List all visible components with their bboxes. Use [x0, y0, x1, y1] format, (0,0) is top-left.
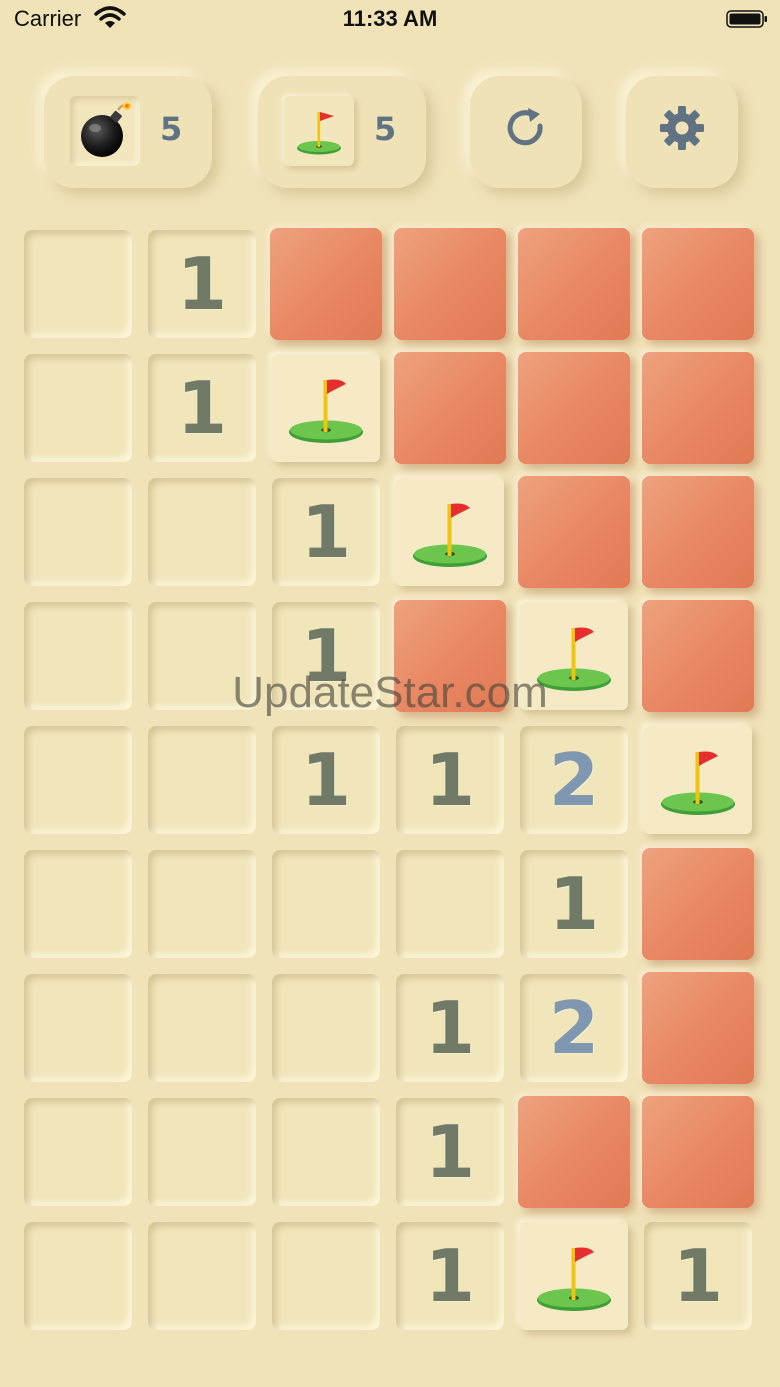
empty-tile[interactable]	[148, 1098, 256, 1206]
battery-icon	[726, 10, 767, 28]
empty-tile[interactable]	[24, 1098, 132, 1206]
minefield-board: 1111112112111	[20, 226, 764, 1334]
empty-tile[interactable]	[24, 726, 132, 834]
empty-tile[interactable]	[272, 850, 380, 958]
hidden-tile[interactable]	[394, 352, 506, 464]
refresh-icon	[507, 108, 543, 146]
empty-tile[interactable]	[148, 602, 256, 710]
hidden-tile[interactable]	[518, 352, 630, 464]
empty-tile[interactable]	[148, 974, 256, 1082]
number-tile[interactable]: 1	[644, 1222, 752, 1330]
number-tile[interactable]: 1	[396, 974, 504, 1082]
flagged-tile[interactable]	[644, 726, 752, 834]
settings-button[interactable]	[626, 76, 738, 188]
mine-counter-tile	[70, 96, 140, 166]
empty-tile[interactable]	[24, 602, 132, 710]
empty-tile[interactable]	[24, 974, 132, 1082]
tile-number: 1	[176, 242, 228, 326]
number-tile[interactable]: 1	[520, 850, 628, 958]
number-tile[interactable]: 2	[520, 726, 628, 834]
hidden-tile[interactable]	[270, 228, 382, 340]
tile-number: 2	[548, 738, 600, 822]
hidden-tile[interactable]	[642, 476, 754, 588]
empty-tile[interactable]	[24, 1222, 132, 1330]
number-tile[interactable]: 1	[272, 726, 380, 834]
number-tile[interactable]: 1	[272, 478, 380, 586]
hidden-tile[interactable]	[642, 848, 754, 960]
tile-number: 1	[300, 738, 352, 822]
hidden-tile[interactable]	[642, 972, 754, 1084]
golf-flag-icon	[661, 751, 735, 815]
hidden-tile[interactable]	[642, 352, 754, 464]
hidden-tile[interactable]	[642, 1096, 754, 1208]
tile-number: 1	[424, 986, 476, 1070]
hidden-tile[interactable]	[642, 228, 754, 340]
mine-count: 5	[160, 110, 183, 148]
tile-number: 1	[672, 1234, 724, 1318]
mine-counter: 5	[44, 76, 212, 188]
golf-flag-icon	[289, 379, 363, 443]
empty-tile[interactable]	[24, 850, 132, 958]
hidden-tile[interactable]	[518, 228, 630, 340]
tile-number: 1	[548, 862, 600, 946]
empty-tile[interactable]	[148, 1222, 256, 1330]
tile-number: 1	[424, 738, 476, 822]
hidden-tile[interactable]	[518, 1096, 630, 1208]
flag-counter-tile	[284, 96, 354, 166]
flagged-tile[interactable]	[396, 478, 504, 586]
hidden-tile[interactable]	[394, 600, 506, 712]
status-bar: Carrier 11:33 AM	[0, 0, 780, 40]
gear-icon	[660, 106, 704, 150]
flag-count: 5	[374, 110, 397, 148]
golf-flag-icon	[297, 112, 341, 155]
flagged-tile[interactable]	[272, 354, 380, 462]
flagged-tile[interactable]	[520, 1222, 628, 1330]
hidden-tile[interactable]	[394, 228, 506, 340]
empty-tile[interactable]	[396, 850, 504, 958]
tile-number: 1	[176, 366, 228, 450]
empty-tile[interactable]	[24, 478, 132, 586]
empty-tile[interactable]	[272, 1222, 380, 1330]
empty-tile[interactable]	[272, 974, 380, 1082]
empty-tile[interactable]	[272, 1098, 380, 1206]
number-tile[interactable]: 2	[520, 974, 628, 1082]
empty-tile[interactable]	[148, 726, 256, 834]
hidden-tile[interactable]	[642, 600, 754, 712]
empty-tile[interactable]	[24, 354, 132, 462]
flagged-tile[interactable]	[520, 602, 628, 710]
tile-number: 2	[548, 986, 600, 1070]
golf-flag-icon	[537, 1247, 611, 1311]
bomb-icon	[81, 102, 131, 157]
golf-flag-icon	[413, 503, 487, 567]
empty-tile[interactable]	[24, 230, 132, 338]
empty-tile[interactable]	[148, 478, 256, 586]
number-tile[interactable]: 1	[396, 1098, 504, 1206]
number-tile[interactable]: 1	[148, 354, 256, 462]
number-tile[interactable]: 1	[396, 1222, 504, 1330]
number-tile[interactable]: 1	[272, 602, 380, 710]
tile-number: 1	[300, 614, 352, 698]
empty-tile[interactable]	[148, 850, 256, 958]
hidden-tile[interactable]	[518, 476, 630, 588]
tile-number: 1	[424, 1110, 476, 1194]
golf-flag-icon	[537, 627, 611, 691]
tile-number: 1	[424, 1234, 476, 1318]
flag-counter: 5	[258, 76, 426, 188]
tile-number: 1	[300, 490, 352, 574]
number-tile[interactable]: 1	[396, 726, 504, 834]
restart-button[interactable]	[470, 76, 582, 188]
number-tile[interactable]: 1	[148, 230, 256, 338]
status-time: 11:33 AM	[342, 6, 438, 31]
